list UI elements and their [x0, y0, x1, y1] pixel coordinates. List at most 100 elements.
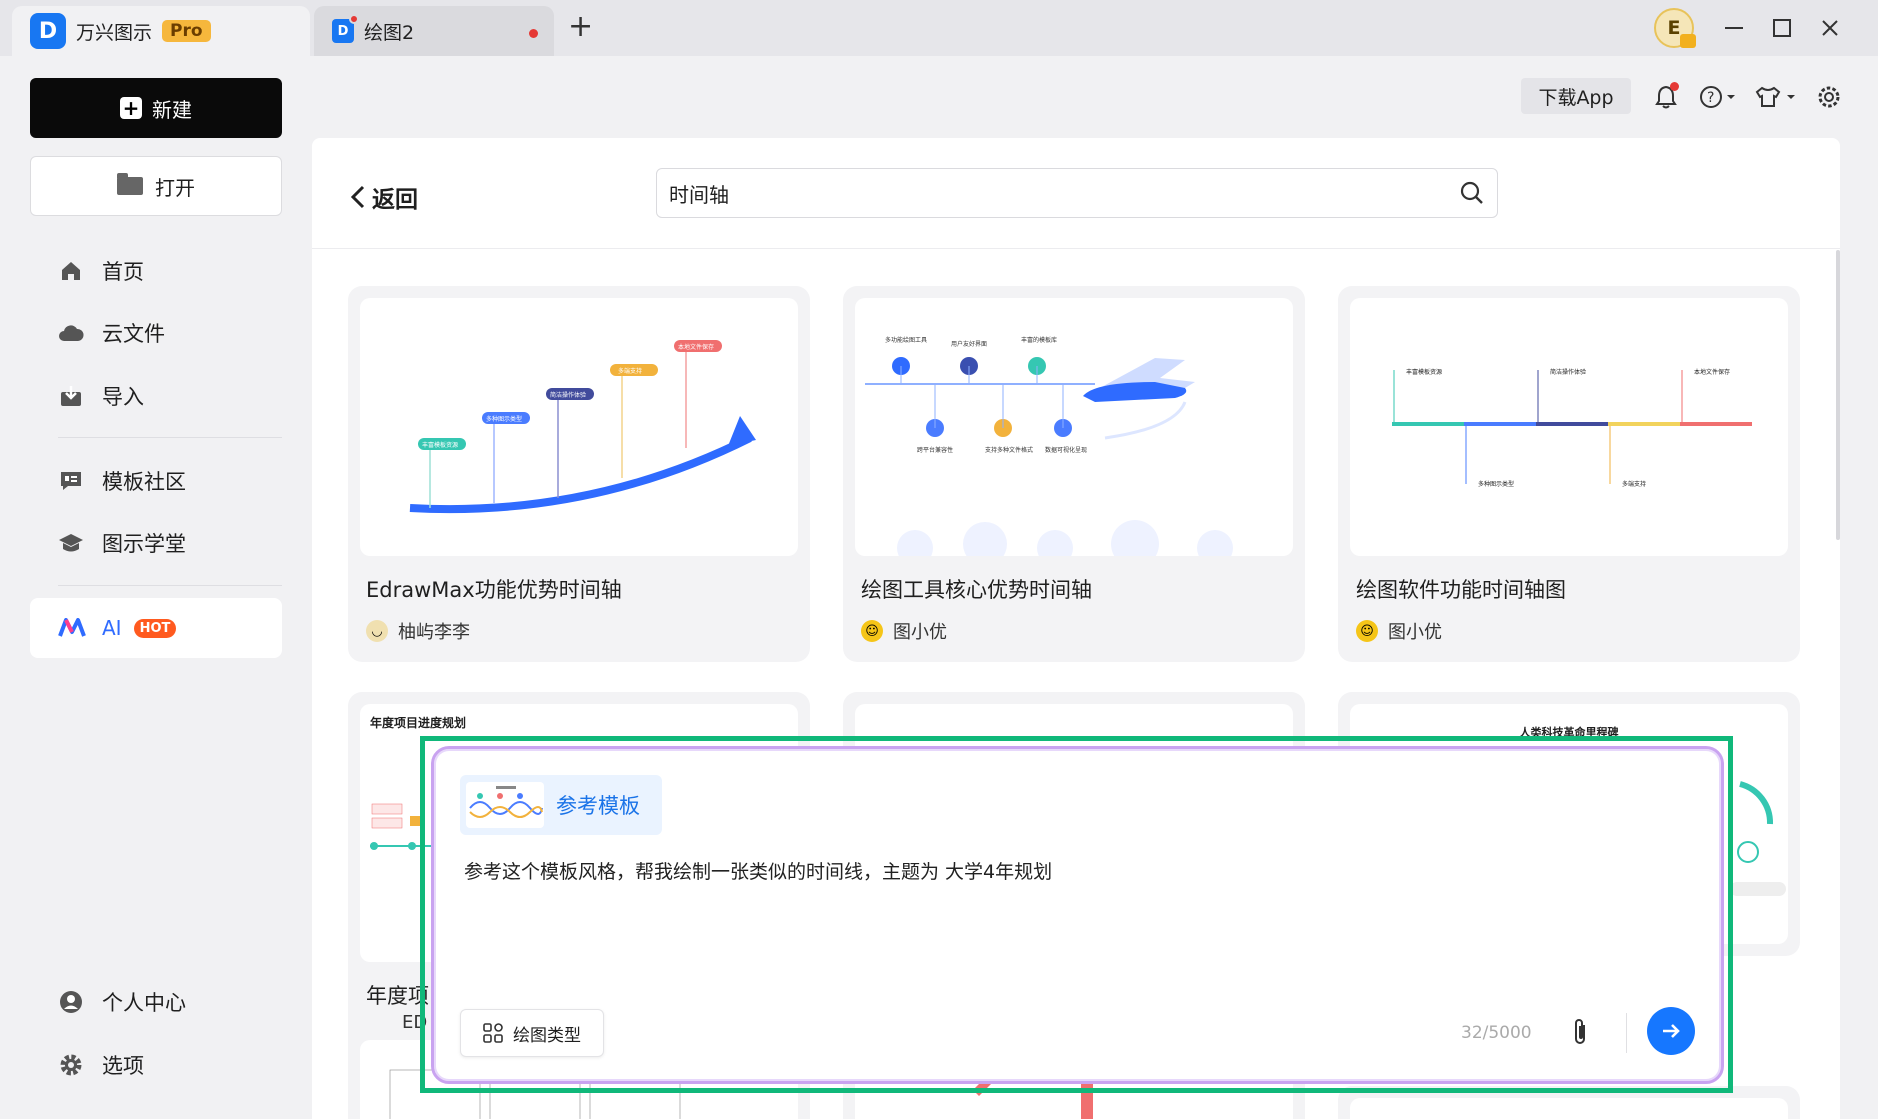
grid-icon — [483, 1023, 503, 1043]
template-title: 绘图软件功能时间轴图 — [1356, 578, 1566, 602]
author-name: 图小优 — [893, 622, 947, 643]
thumb-label: 支持多种文件格式 — [985, 446, 1033, 454]
author-avatar: ☺ — [861, 620, 883, 642]
pro-badge: Pro — [162, 20, 211, 42]
sidebar-item-label: 云文件 — [102, 322, 165, 346]
template-author: ◡ 柚屿李李 — [366, 618, 470, 644]
sidebar-item-import[interactable]: 导入 — [30, 374, 282, 418]
title-bar: D 万兴图示 Pro D 绘图2 + E — [0, 0, 1878, 56]
author-avatar: ◡ — [366, 620, 388, 642]
sidebar-item-options[interactable]: 选项 — [30, 1043, 282, 1087]
avatar-initial: E — [1667, 17, 1681, 39]
thumb-label: 多功能绘图工具 — [885, 336, 927, 344]
diagram-type-button[interactable]: 绘图类型 — [460, 1009, 604, 1057]
sidebar-item-ai[interactable]: AI HOT — [30, 598, 282, 658]
ai-prompt-dialog[interactable]: 参考模板 参考这个模板风格，帮我绘制一张类似的时间线，主题为 大学4年规划 绘图… — [431, 746, 1724, 1084]
thumb-label: 丰富模板资源 — [1406, 368, 1442, 376]
back-button[interactable]: 返回 — [350, 180, 418, 214]
template-author: ☺ 图小优 — [861, 618, 947, 644]
download-app-button[interactable]: 下载App — [1521, 78, 1631, 114]
sidebar-item-home[interactable]: 首页 — [30, 249, 282, 293]
gear-icon — [58, 1052, 84, 1078]
settings-button[interactable] — [1814, 82, 1844, 112]
char-counter: 32/5000 — [1461, 1023, 1532, 1043]
chevron-left-icon — [350, 185, 365, 209]
open-button[interactable]: 打开 — [30, 156, 282, 216]
new-button[interactable]: + 新建 — [30, 78, 282, 138]
thumb-label: 用户友好界面 — [951, 340, 987, 348]
graduation-cap-icon — [58, 530, 84, 556]
scrollbar[interactable] — [1836, 250, 1840, 540]
reference-template-label: 参考模板 — [556, 794, 640, 818]
author-name: 柚屿李李 — [398, 622, 470, 643]
sidebar-item-label: 图示学堂 — [102, 532, 186, 556]
cloud-icon — [58, 320, 84, 346]
skin-button[interactable] — [1754, 82, 1798, 112]
arrow-right-icon — [1663, 1024, 1680, 1038]
sidebar-divider — [58, 437, 282, 438]
thumb-label: 丰富模板资源 — [422, 441, 458, 449]
thumb-label: 多种图示类型 — [1478, 480, 1514, 488]
sidebar-divider — [58, 585, 282, 586]
sidebar-item-template-community[interactable]: 模板社区 — [30, 459, 282, 503]
hot-badge: HOT — [133, 618, 177, 638]
sidebar-item-label: 导入 — [102, 385, 144, 409]
search-value: 时间轴 — [669, 182, 729, 207]
template-title: EdrawMax功能优势时间轴 — [366, 578, 622, 602]
tab-home[interactable]: D 万兴图示 Pro — [12, 6, 310, 56]
author-avatar: ☺ — [1356, 620, 1378, 642]
back-label: 返回 — [372, 187, 418, 213]
thumb-label: 本地文件保存 — [1694, 368, 1730, 376]
minimize-icon — [1725, 27, 1743, 29]
sidebar-item-label: 个人中心 — [102, 991, 186, 1015]
svg-text:?: ? — [1707, 90, 1714, 106]
header-divider — [312, 248, 1840, 249]
template-author: ☺ 图小优 — [1356, 618, 1442, 644]
template-thumbnail: 丰富模板资源 多种图示类型 简洁操作体验 多端支持 本地文件保存 — [360, 298, 798, 556]
template-card[interactable]: 多功能绘图工具 用户友好界面 丰富的模板库 跨平台兼容性 支持多种文件格式 数据… — [843, 286, 1305, 662]
unsaved-indicator — [529, 29, 538, 38]
tshirt-icon — [1755, 86, 1795, 107]
app-tab-title: 万兴图示 — [76, 21, 153, 44]
send-button[interactable] — [1647, 1007, 1695, 1055]
thumb-label: 跨平台兼容性 — [917, 446, 953, 454]
template-card[interactable]: 丰富模板资源 多种图示类型 简洁操作体验 多端支持 本地文件保存 EdrawMa… — [348, 286, 810, 662]
user-icon — [58, 989, 84, 1015]
notification-dot — [1670, 82, 1679, 91]
template-card[interactable]: 丰富模板资源 简洁操作体验 本地文件保存 多种图示类型 多端支持 绘图软件功能时… — [1338, 286, 1800, 662]
template-thumbnail: 丰富模板资源 简洁操作体验 本地文件保存 多种图示类型 多端支持 — [1350, 298, 1788, 556]
help-button[interactable]: ? — [1698, 82, 1738, 112]
sidebar-item-label: 模板社区 — [102, 470, 186, 494]
minimize-button[interactable] — [1718, 12, 1750, 44]
tab-document[interactable]: D 绘图2 — [314, 6, 554, 56]
close-button[interactable] — [1814, 12, 1846, 44]
sidebar-item-profile[interactable]: 个人中心 — [30, 980, 282, 1024]
thumb-label: 本地文件保存 — [678, 343, 714, 351]
vip-crown-icon — [1680, 34, 1696, 48]
avatar[interactable]: E — [1654, 8, 1696, 48]
thumb-label: 多端支持 — [618, 367, 642, 375]
template-thumbnail — [1350, 1098, 1788, 1119]
search-input[interactable]: 时间轴 — [656, 168, 1498, 218]
new-button-label: 新建 — [152, 97, 192, 122]
home-icon — [58, 258, 84, 284]
template-community-icon — [58, 468, 84, 494]
help-icon: ? — [1700, 86, 1735, 108]
reference-template-chip[interactable]: 参考模板 — [460, 775, 662, 835]
thumb-label: 多种图示类型 — [486, 415, 522, 423]
toolbar-divider — [1626, 1013, 1627, 1053]
prompt-input[interactable]: 参考这个模板风格，帮我绘制一张类似的时间线，主题为 大学4年规划 — [464, 857, 1052, 884]
search-icon[interactable] — [1459, 180, 1485, 211]
folder-icon — [117, 173, 143, 195]
attachment-button[interactable] — [1569, 1017, 1591, 1051]
maximize-button[interactable] — [1766, 12, 1798, 44]
sidebar-item-cloud[interactable]: 云文件 — [30, 311, 282, 355]
sidebar-item-academy[interactable]: 图示学堂 — [30, 521, 282, 565]
notification-button[interactable] — [1651, 82, 1681, 112]
app-logo-icon: D — [30, 13, 66, 49]
maximize-icon — [1773, 19, 1791, 37]
plus-icon: + — [120, 96, 142, 120]
settings-icon — [1818, 86, 1840, 108]
new-tab-button[interactable]: + — [568, 12, 593, 42]
doc-tab-title: 绘图2 — [364, 21, 415, 44]
